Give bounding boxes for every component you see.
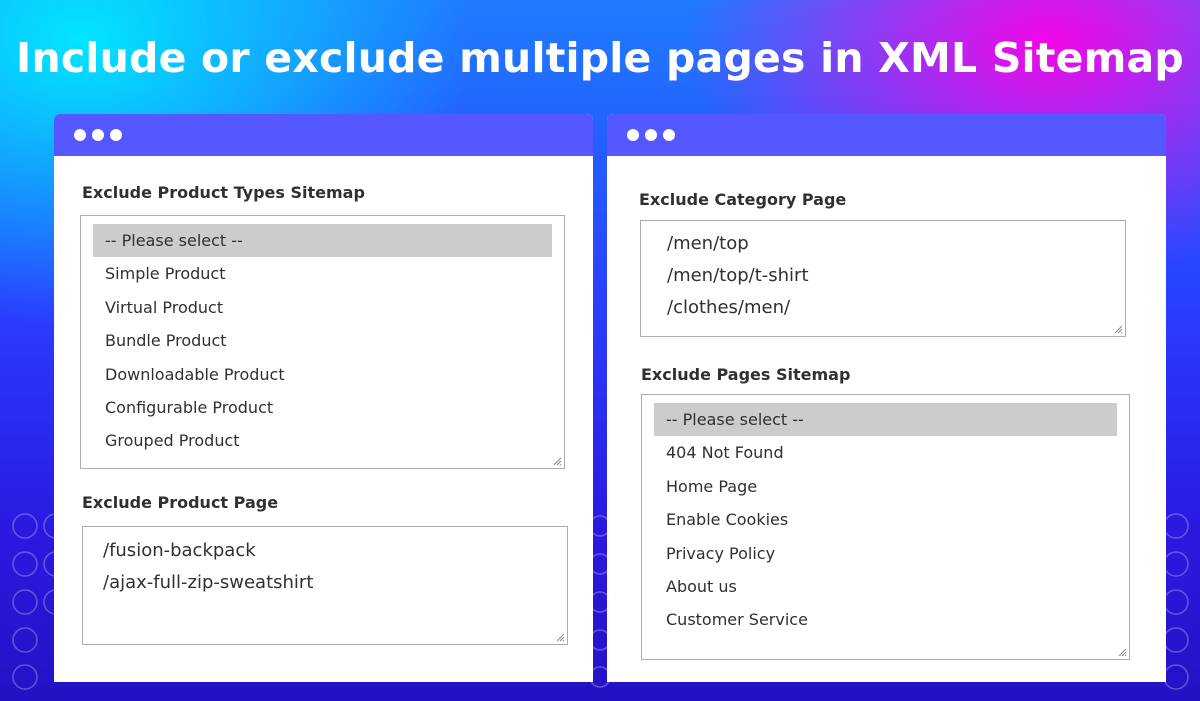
resize-grip-icon[interactable] bbox=[553, 457, 562, 466]
window-dot-icon bbox=[74, 129, 86, 141]
textarea-line: /clothes/men/ bbox=[667, 297, 791, 318]
textarea-line: /fusion-backpack bbox=[103, 540, 256, 561]
resize-grip-icon[interactable] bbox=[1114, 325, 1123, 334]
textarea-line: /men/top/t-shirt bbox=[667, 265, 809, 286]
product-types-option[interactable]: Bundle Product bbox=[93, 324, 552, 357]
window-titlebar bbox=[607, 114, 1166, 156]
pages-sitemap-option[interactable]: Privacy Policy bbox=[654, 537, 1117, 570]
product-types-option[interactable]: -- Please select -- bbox=[93, 224, 552, 258]
window-dot-icon bbox=[645, 129, 657, 141]
textarea-line: /ajax-full-zip-sweatshirt bbox=[103, 572, 314, 593]
pages-sitemap-option[interactable]: About us bbox=[654, 570, 1117, 603]
resize-grip-icon[interactable] bbox=[556, 633, 565, 642]
product-types-option[interactable]: Grouped Product bbox=[93, 424, 552, 457]
pages-sitemap-option[interactable]: Customer Service bbox=[654, 603, 1117, 636]
product-types-option[interactable]: Downloadable Product bbox=[93, 358, 552, 391]
product-page-textarea[interactable]: /fusion-backpack /ajax-full-zip-sweatshi… bbox=[82, 526, 568, 645]
right-window: Exclude Category Page /men/top /men/top/… bbox=[607, 114, 1166, 682]
window-dot-icon bbox=[663, 129, 675, 141]
left-window: Exclude Product Types Sitemap -- Please … bbox=[54, 114, 593, 682]
category-page-textarea[interactable]: /men/top /men/top/t-shirt /clothes/men/ bbox=[640, 220, 1126, 337]
product-types-label: Exclude Product Types Sitemap bbox=[82, 183, 365, 202]
window-dot-icon bbox=[627, 129, 639, 141]
product-types-option[interactable]: Virtual Product bbox=[93, 291, 552, 324]
pages-sitemap-option[interactable]: Home Page bbox=[654, 470, 1117, 503]
pages-sitemap-option[interactable]: -- Please select -- bbox=[654, 403, 1117, 437]
pages-sitemap-option[interactable]: 404 Not Found bbox=[654, 436, 1117, 469]
headline: Include or exclude multiple pages in XML… bbox=[16, 34, 1184, 82]
pages-sitemap-option[interactable]: Enable Cookies bbox=[654, 503, 1117, 536]
resize-grip-icon[interactable] bbox=[1118, 648, 1127, 657]
window-dot-icon bbox=[110, 129, 122, 141]
window-titlebar bbox=[54, 114, 593, 156]
product-types-option[interactable]: Configurable Product bbox=[93, 391, 552, 424]
category-page-label: Exclude Category Page bbox=[639, 190, 847, 209]
product-types-multiselect[interactable]: -- Please select -- Simple Product Virtu… bbox=[80, 215, 565, 469]
pages-sitemap-multiselect[interactable]: -- Please select -- 404 Not Found Home P… bbox=[641, 394, 1130, 660]
product-types-option[interactable]: Simple Product bbox=[93, 257, 552, 290]
window-dot-icon bbox=[92, 129, 104, 141]
product-page-label: Exclude Product Page bbox=[82, 493, 279, 512]
pages-sitemap-label: Exclude Pages Sitemap bbox=[641, 365, 851, 384]
textarea-line: /men/top bbox=[667, 233, 749, 254]
